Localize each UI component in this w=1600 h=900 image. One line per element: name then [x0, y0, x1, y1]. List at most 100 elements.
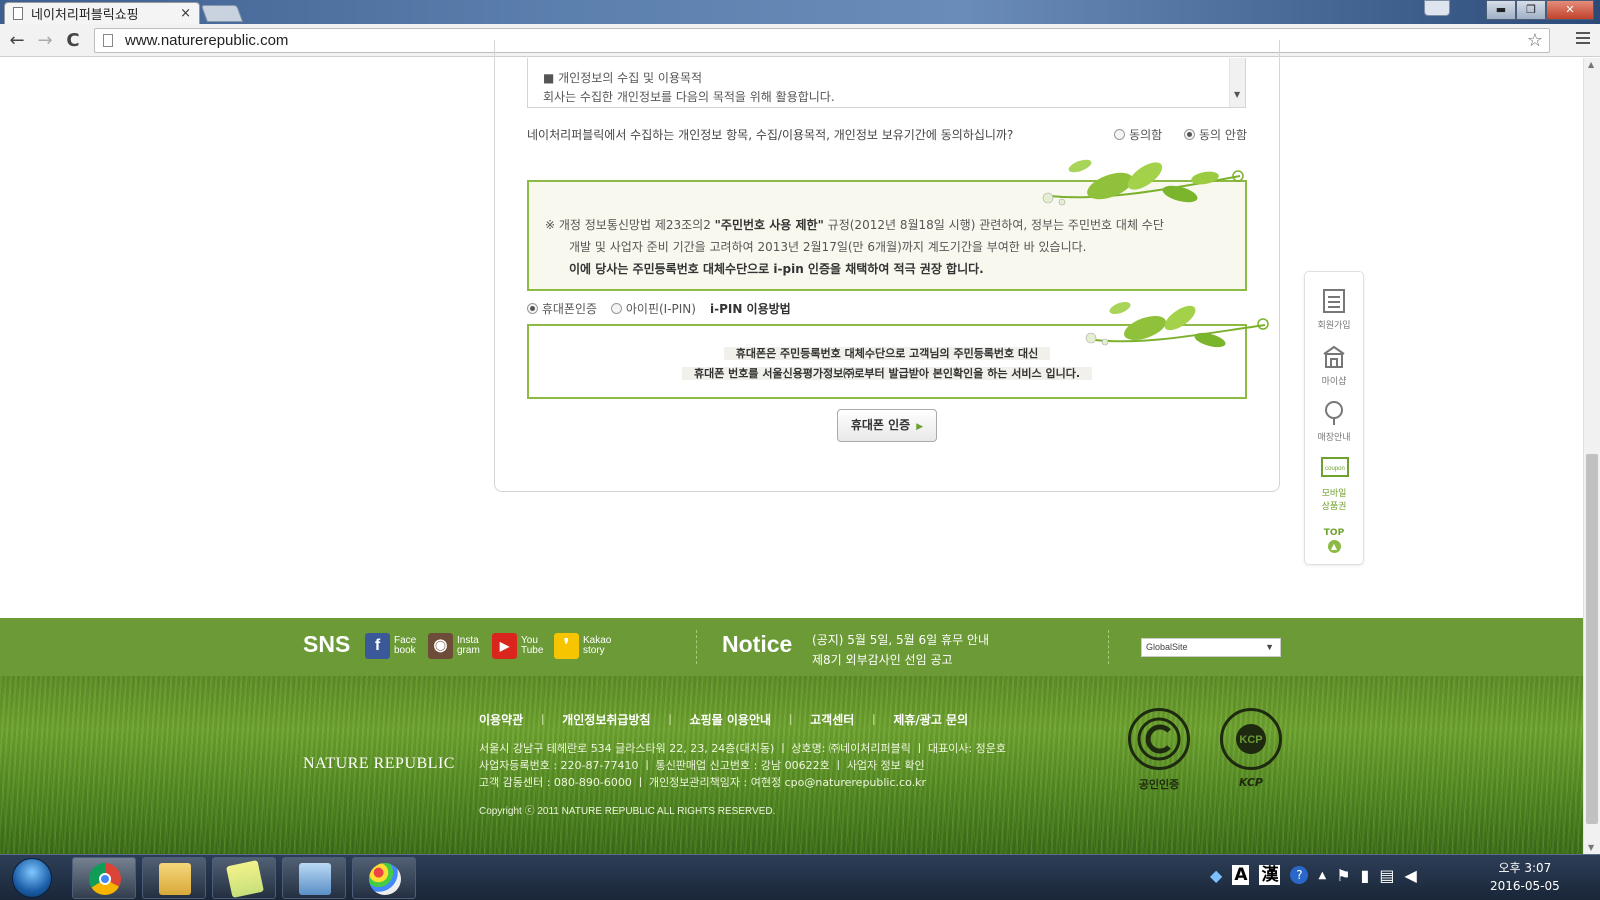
ime-mode-icon[interactable]: A — [1232, 865, 1250, 885]
instagram-link[interactable]: ◉ Insta gram — [428, 633, 480, 659]
window-controls: ▬ ❐ ✕ — [1486, 0, 1594, 20]
store-icon — [1321, 344, 1347, 370]
notice-line-1: ※ 개정 정보통신망법 제23조의2 "주민번호 사용 제한" 규정(2012년… — [545, 218, 1164, 232]
footer-link-guide[interactable]: 쇼핑몰 이용안내 — [690, 711, 771, 728]
help-icon[interactable]: ? — [1290, 866, 1309, 884]
youtube-icon: ▶ — [492, 633, 517, 659]
brand-logo: NATURE REPUBLIC — [303, 755, 455, 772]
coupon-icon: coupon — [1321, 456, 1349, 482]
network-globe-icon[interactable]: ◆ — [1210, 866, 1222, 885]
quick-signup[interactable]: 회원가입 — [1305, 288, 1363, 331]
chrome-icon — [89, 863, 121, 895]
seal-caption: KCP — [1239, 776, 1263, 789]
forward-arrow-icon[interactable]: → — [34, 30, 56, 52]
browser-tab[interactable]: 네이처리퍼블릭쇼핑 × — [4, 2, 200, 24]
new-tab-button[interactable] — [200, 5, 244, 22]
youtube-link[interactable]: ▶ You Tube — [492, 633, 543, 659]
arrow-up-icon: ▲ — [1327, 540, 1341, 553]
phone-auth-radio[interactable] — [527, 303, 538, 314]
arrow-right-icon: ▶ — [916, 422, 924, 432]
bookmark-star-icon[interactable]: ☆ — [1527, 30, 1543, 51]
scroll-up-icon[interactable]: ▲ — [1588, 60, 1594, 69]
scroll-top-button[interactable]: TOP ▲ — [1305, 528, 1363, 553]
profile-icon[interactable] — [1424, 0, 1450, 16]
phone-auth-button-label: 휴대폰 인증 — [850, 418, 911, 432]
ipin-auth-radio[interactable] — [611, 303, 623, 314]
tree-icon — [1321, 400, 1347, 426]
notice-line-3: 이에 당사는 주민등록번호 대체수단으로 i-pin 인증을 채택하여 적극 권… — [569, 262, 984, 276]
scroll-down-icon[interactable]: ▼ — [1588, 843, 1594, 852]
footer-links: 이용약관 ㅣ 개인정보취급방침 ㅣ 쇼핑몰 이용안내 ㅣ 고객센터 ㅣ 제휴/광고 문의 — [479, 711, 969, 728]
paint-palette-icon — [369, 863, 401, 895]
phone-desc-line-2: 휴대폰 번호를 서울신용평가정보㈜로부터 발급받아 본인확인을 하는 서비스 입… — [681, 367, 1093, 380]
taskbar-paint[interactable] — [352, 857, 416, 899]
volume-muted-icon[interactable]: ◀ — [1404, 866, 1416, 885]
tray-expand-icon[interactable]: ▲ — [1318, 870, 1326, 881]
global-site-value: GlobalSite — [1146, 642, 1188, 652]
back-arrow-icon[interactable]: ← — [6, 30, 28, 52]
kakaostory-link[interactable]: ❜ Kakao story — [554, 633, 611, 659]
close-window-button[interactable]: ✕ — [1546, 0, 1594, 20]
facebook-icon: f — [365, 633, 390, 659]
phone-auth-button[interactable]: 휴대폰 인증 ▶ — [837, 409, 937, 442]
tab-title: 네이처리퍼블릭쇼핑 — [31, 8, 139, 23]
ime-hanja-icon[interactable]: 漢 — [1259, 865, 1281, 885]
taskbar-chrome[interactable] — [72, 857, 136, 899]
agree-option[interactable]: 동의함 — [1114, 126, 1162, 143]
sticky-notes-icon — [226, 860, 264, 898]
taskbar-control-panel[interactable] — [282, 857, 346, 899]
agree-radio[interactable] — [1114, 129, 1126, 140]
ipin-auth-option[interactable]: 아이핀(I-PIN) — [611, 300, 696, 317]
phone-desc-line-1: 휴대폰은 주민등록번호 대체수단으로 고객님의 주민등록번호 대신 — [723, 347, 1051, 360]
disagree-option[interactable]: 동의 안함 — [1184, 126, 1247, 143]
windows-taskbar: ◆ A 漢 ? ▲ ⚑ ▮ ▤ ◀ 오후 3:07 2016-05-05 — [0, 854, 1600, 900]
footer-link-partnership[interactable]: 제휴/광고 문의 — [893, 711, 968, 728]
terms-scrollbar[interactable]: ▼ — [1229, 58, 1245, 107]
footer-link-support[interactable]: 고객센터 — [810, 711, 854, 728]
maximize-button[interactable]: ❐ — [1516, 0, 1546, 20]
scroll-down-icon[interactable]: ▼ — [1234, 85, 1240, 104]
company-info-line: 사업자등록번호 : 220-87-77410 ㅣ 통신판매업 신고번호 : 강남… — [479, 759, 925, 772]
phone-auth-option[interactable]: 휴대폰인증 — [527, 300, 597, 317]
notice-list: (공지) 5월 5일, 5월 6일 휴무 안내 제8기 외부감사인 선임 공고 — [812, 630, 989, 670]
taskbar-explorer[interactable] — [142, 857, 206, 899]
privacy-terms-textarea[interactable]: ■ 개인정보의 수집 및 이용목적 회사는 수집한 개인정보를 다음의 목적을 … — [527, 58, 1246, 108]
quick-myshop[interactable]: 마이샵 — [1305, 344, 1363, 387]
copyright: Copyright ⓒ 2011 NATURE REPUBLIC ALL RIG… — [479, 806, 776, 817]
monitor-icon — [299, 863, 331, 895]
start-button[interactable] — [12, 858, 52, 898]
tab-close-icon[interactable]: × — [180, 6, 191, 21]
certificate-seal-icon[interactable] — [1128, 708, 1190, 770]
quick-store-locator[interactable]: 매장안내 — [1305, 400, 1363, 443]
chevron-down-icon: ▼ — [1265, 642, 1274, 652]
clock-time: 오후 3:07 — [1498, 861, 1552, 875]
footer-link-terms[interactable]: 이용약관 — [479, 711, 523, 728]
page-scrollbar[interactable]: ▲ ▼ — [1583, 58, 1600, 854]
system-clock[interactable]: 오후 3:07 2016-05-05 — [1490, 859, 1560, 895]
url-text[interactable]: www.naturerepublic.com — [125, 32, 288, 49]
battery-icon[interactable]: ▮ — [1361, 866, 1370, 885]
instagram-icon: ◉ — [428, 633, 453, 659]
ipin-guide-link[interactable]: i-PIN 이용방법 — [710, 300, 791, 317]
window-titlebar: 네이처리퍼블릭쇼핑 × ▬ ❐ ✕ — [0, 0, 1600, 24]
quick-voucher-label: 모바일 상품권 — [1321, 489, 1347, 512]
agreement-row: 네이처리퍼블릭에서 수집하는 개인정보 항목, 수집/이용목적, 개인정보 보유… — [527, 126, 1247, 143]
reload-icon[interactable]: C — [62, 30, 84, 52]
flag-icon[interactable]: ⚑ — [1336, 866, 1350, 885]
notice-item[interactable]: (공지) 5월 5일, 5월 6일 휴무 안내 — [812, 630, 989, 650]
chrome-menu-icon[interactable] — [1576, 32, 1590, 47]
taskbar-notes[interactable] — [212, 857, 276, 899]
footer-link-privacy[interactable]: 개인정보취급방침 — [562, 711, 650, 728]
minimize-button[interactable]: ▬ — [1486, 0, 1516, 20]
kcp-seal-icon[interactable]: KCP — [1220, 708, 1282, 770]
network-icon[interactable]: ▤ — [1379, 866, 1394, 885]
scroll-thumb[interactable] — [1586, 454, 1598, 824]
terms-heading: ■ 개인정보의 수집 및 이용목적 — [543, 71, 703, 85]
global-site-select[interactable]: GlobalSite ▼ — [1141, 638, 1281, 657]
clock-date: 2016-05-05 — [1490, 879, 1560, 893]
facebook-link[interactable]: f Face book — [365, 633, 416, 659]
svg-text:coupon: coupon — [1325, 466, 1345, 472]
notice-item[interactable]: 제8기 외부감사인 선임 공고 — [812, 650, 989, 670]
quick-mobile-voucher[interactable]: coupon 모바일 상품권 — [1305, 456, 1363, 512]
disagree-radio[interactable] — [1184, 129, 1196, 140]
